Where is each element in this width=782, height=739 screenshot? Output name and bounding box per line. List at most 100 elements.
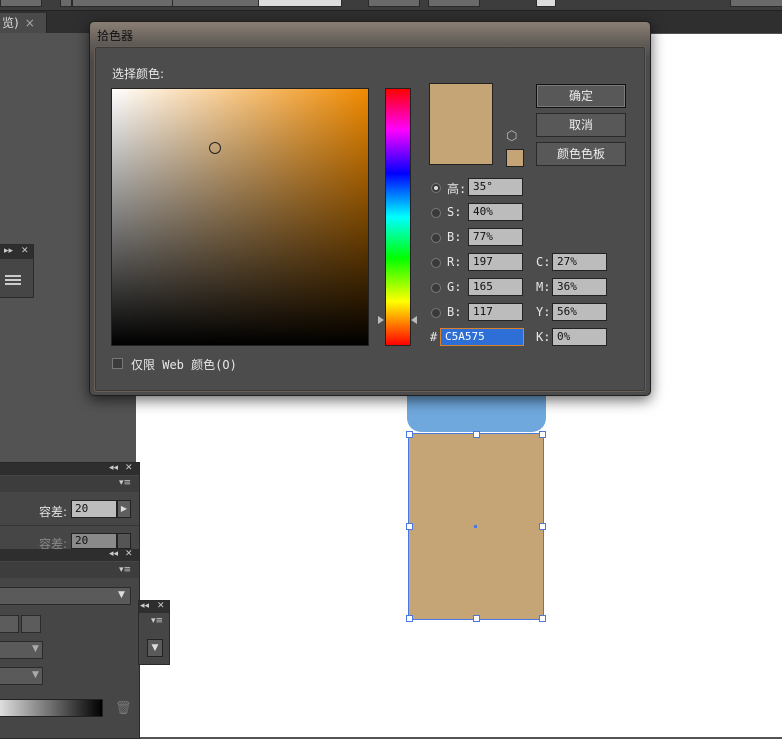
trash-icon[interactable]: 🗑 xyxy=(115,701,132,716)
chevron-down-icon: ▼ xyxy=(32,670,39,680)
color-picker-marker[interactable] xyxy=(209,142,221,154)
control-bar xyxy=(0,0,782,11)
chevron-down-icon[interactable]: ▼ xyxy=(147,639,163,657)
panel-header: ◂◂ ✕ xyxy=(0,463,139,475)
close-icon[interactable]: ✕ xyxy=(157,601,165,611)
radio-blue[interactable] xyxy=(431,308,441,318)
brightness-label: B: xyxy=(447,230,462,244)
control-field[interactable] xyxy=(730,0,782,7)
collapse-icon[interactable]: ◂◂ xyxy=(140,601,149,611)
green-input[interactable]: 165 xyxy=(468,278,523,296)
align-button[interactable] xyxy=(21,615,41,633)
magenta-input[interactable]: 36% xyxy=(552,278,607,296)
saturation-label: S: xyxy=(447,205,462,219)
chevron-down-icon: ▼ xyxy=(118,590,125,600)
center-point xyxy=(474,525,477,528)
gradient-slider[interactable] xyxy=(0,699,103,717)
panel-menu-icon[interactable]: ▾≡ xyxy=(151,616,163,626)
cancel-button[interactable]: 取消 xyxy=(536,113,626,137)
tolerance-arrow-icon[interactable]: ▶ xyxy=(117,500,131,518)
dialog-title: 拾色器 xyxy=(97,29,134,43)
web-colors-only-label[interactable]: 仅限 Web 颜色(O) xyxy=(131,356,237,373)
panel-menu-icon[interactable] xyxy=(5,275,21,277)
green-label: G: xyxy=(447,280,462,294)
color-picker-dialog: 拾色器 选择颜色: ⬡ 确定 取消 颜色色板 高: 35° S: 40% B: … xyxy=(89,21,651,396)
properties-panel: ◂◂ ✕ ▾≡ 容差: 20 ▶ 容差: 20 ◂◂ ✕ ▾≡ ▼ ▼ ▼ 🗑 xyxy=(0,462,140,739)
radio-saturation[interactable] xyxy=(431,208,441,218)
hex-input[interactable]: C5A575 xyxy=(440,328,524,346)
color-swatches-button[interactable]: 颜色色板 xyxy=(536,142,626,166)
control-field[interactable] xyxy=(368,0,420,7)
control-field[interactable] xyxy=(0,0,42,7)
align-button[interactable] xyxy=(0,615,19,633)
close-icon[interactable]: ✕ xyxy=(125,549,133,559)
panel-tab-strip: ▾≡ xyxy=(0,476,139,492)
tolerance-input-2[interactable]: 20 xyxy=(71,533,117,549)
cube-icon[interactable]: ⬡ xyxy=(506,130,517,143)
document-tab[interactable]: 览) × xyxy=(0,13,47,33)
saturation-input[interactable]: 40% xyxy=(468,203,523,221)
control-field[interactable] xyxy=(536,0,556,7)
collapsed-panel[interactable]: ▸▸ ✕ xyxy=(0,244,34,298)
selection-handle[interactable] xyxy=(539,431,546,438)
red-input[interactable]: 197 xyxy=(468,253,523,271)
document-tab-label: 览) xyxy=(2,16,19,30)
collapse-icon[interactable]: ▸▸ xyxy=(4,246,13,256)
saturation-brightness-field[interactable] xyxy=(111,88,369,346)
radio-brightness[interactable] xyxy=(431,233,441,243)
collapse-icon[interactable]: ◂◂ xyxy=(109,463,118,473)
radio-red[interactable] xyxy=(431,258,441,268)
ok-button[interactable]: 确定 xyxy=(536,84,626,108)
cyan-label: C: xyxy=(536,255,551,269)
close-icon[interactable]: ✕ xyxy=(125,463,133,473)
yellow-input[interactable]: 56% xyxy=(552,303,607,321)
magenta-label: M: xyxy=(536,280,551,294)
tolerance-arrow-icon-2[interactable] xyxy=(117,533,131,549)
dropdown-arrow[interactable] xyxy=(60,0,72,7)
dropdown-select[interactable]: ▼ xyxy=(0,587,131,605)
control-field[interactable] xyxy=(172,0,264,7)
panel-header: ▸▸ ✕ xyxy=(0,245,33,259)
blue-input[interactable]: 117 xyxy=(468,303,523,321)
yellow-label: Y: xyxy=(536,305,551,319)
brightness-input[interactable]: 77% xyxy=(468,228,523,246)
control-field[interactable] xyxy=(72,0,174,7)
divider xyxy=(0,525,139,526)
small-panel: ◂◂ ✕ ▾≡ ▼ xyxy=(138,600,170,665)
blue-label: B: xyxy=(447,305,462,319)
hue-slider-right-arrow-icon[interactable] xyxy=(411,316,417,324)
panel-menu-icon[interactable]: ▾≡ xyxy=(119,478,131,488)
selection-handle[interactable] xyxy=(539,523,546,530)
hue-input[interactable]: 35° xyxy=(468,178,523,196)
control-field[interactable] xyxy=(428,0,480,7)
collapse-icon[interactable]: ◂◂ xyxy=(109,549,118,559)
selection-handle[interactable] xyxy=(406,615,413,622)
hue-slider[interactable] xyxy=(385,88,411,346)
control-field[interactable] xyxy=(258,0,342,7)
hue-label: 高: xyxy=(447,182,467,196)
dropdown-select[interactable]: ▼ xyxy=(0,667,43,685)
close-icon[interactable]: × xyxy=(25,16,35,30)
radio-hue[interactable] xyxy=(431,183,441,193)
selection-handle[interactable] xyxy=(473,431,480,438)
cyan-input[interactable]: 27% xyxy=(552,253,607,271)
panel-menu-icon[interactable]: ▾≡ xyxy=(119,565,131,575)
panel-header: ◂◂ ✕ xyxy=(139,601,169,613)
hex-prefix-label: # xyxy=(430,330,438,344)
select-color-label: 选择颜色: xyxy=(112,67,165,81)
selection-handle[interactable] xyxy=(406,431,413,438)
close-icon[interactable]: ✕ xyxy=(21,246,29,256)
panel-tab-strip: ▾≡ xyxy=(0,562,139,578)
selection-handle[interactable] xyxy=(473,615,480,622)
chevron-down-icon: ▼ xyxy=(32,644,39,654)
hue-slider-left-arrow-icon[interactable] xyxy=(378,316,384,324)
web-safe-swatch[interactable] xyxy=(506,149,524,167)
selection-handle[interactable] xyxy=(406,523,413,530)
tolerance-input[interactable]: 20 xyxy=(71,500,117,518)
black-input[interactable]: 0% xyxy=(552,328,607,346)
radio-green[interactable] xyxy=(431,283,441,293)
red-label: R: xyxy=(447,255,462,269)
selection-handle[interactable] xyxy=(539,615,546,622)
dropdown-select[interactable]: ▼ xyxy=(0,641,43,659)
web-colors-only-checkbox[interactable] xyxy=(112,358,123,369)
